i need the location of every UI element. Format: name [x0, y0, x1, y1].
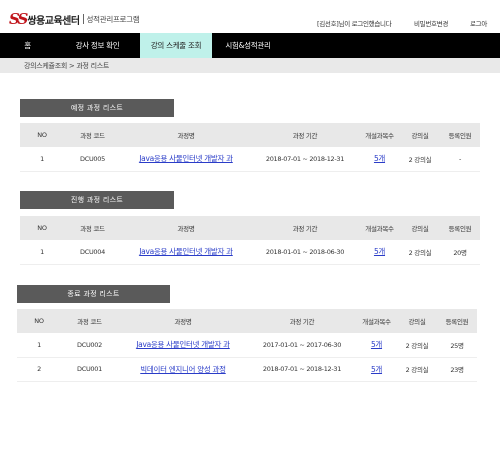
course-name-link[interactable]: Java응용 사물인터넷 개발자 과	[139, 247, 233, 256]
subjects-count-link[interactable]: 5개	[371, 340, 382, 349]
col-name: 과정명	[121, 216, 251, 240]
subjects-count-link[interactable]: 5개	[374, 247, 385, 256]
cell-period: 2018-07-01 ~ 2018-12-31	[251, 147, 359, 172]
cell-room: 2 강의실	[397, 357, 437, 382]
col-code: 과정 코드	[64, 216, 121, 240]
col-room: 강의실	[397, 309, 437, 333]
col-subjects: 개설과목수	[359, 123, 400, 147]
nav-instructor-info[interactable]: 강사 정보 확인	[55, 33, 140, 58]
cell-code: DCU005	[64, 147, 121, 172]
logo-name: 쌍용교육센터	[27, 15, 80, 27]
col-no: NO	[20, 216, 64, 240]
col-code: 과정 코드	[61, 309, 118, 333]
completed-course-table: NO 과정 코드 과정명 과정 기간 개설과목수 강의실 등록인원 1 DCU0…	[17, 309, 477, 382]
cell-room: 2 강의실	[397, 333, 437, 358]
cell-enrolled: 25명	[437, 333, 477, 358]
cell-period: 2018-07-01 ~ 2018-12-31	[248, 357, 356, 382]
nav-exam-grades[interactable]: 시험&성적관리	[212, 33, 284, 58]
nav-schedule[interactable]: 강의 스케줄 조회	[140, 33, 212, 58]
cell-name: Java응용 사물인터넷 개발자 과	[121, 147, 251, 172]
breadcrumb-bar: 강의스케쥴조회 > 과정 리스트	[0, 58, 500, 73]
course-name-link[interactable]: 빅데이터 엔지니어 양성 과정	[140, 365, 226, 374]
header: SS 쌍용교육센터 성적관리프로그램 [김선호]님이 로그인했습니다 비밀번호변…	[0, 0, 500, 33]
col-subjects: 개설과목수	[359, 216, 400, 240]
cell-no: 1	[20, 240, 64, 265]
cell-no: 2	[17, 357, 61, 382]
col-enrolled: 등록인원	[440, 123, 480, 147]
subjects-count-link[interactable]: 5개	[371, 365, 382, 374]
ongoing-section-title: 진행 과정 리스트	[20, 191, 174, 209]
course-name-link[interactable]: Java응용 사물인터넷 개발자 과	[139, 154, 233, 163]
cell-code: DCU004	[64, 240, 121, 265]
cell-period: 2017-01-01 ~ 2017-06-30	[248, 333, 356, 358]
col-enrolled: 등록인원	[440, 216, 480, 240]
cell-subjects: 5개	[359, 240, 400, 265]
col-code: 과정 코드	[64, 123, 121, 147]
cell-room: 2 강의실	[400, 240, 440, 265]
table-row: 1 DCU004 Java응용 사물인터넷 개발자 과 2018-01-01 ~…	[20, 240, 480, 265]
cell-room: 2 강의실	[400, 147, 440, 172]
col-no: NO	[20, 123, 64, 147]
logout-link[interactable]: 로그아	[470, 18, 487, 28]
change-password-link[interactable]: 비밀번호변경	[414, 18, 448, 28]
cell-name: Java응용 사물인터넷 개발자 과	[118, 333, 248, 358]
cell-period: 2018-01-01 ~ 2018-06-30	[251, 240, 359, 265]
col-period: 과정 기간	[251, 216, 359, 240]
course-name-link[interactable]: Java응용 사물인터넷 개발자 과	[136, 340, 230, 349]
login-message: [김선호]님이 로그인했습니다	[317, 20, 392, 28]
col-enrolled: 등록인원	[437, 309, 477, 333]
col-period: 과정 기간	[248, 309, 356, 333]
col-no: NO	[17, 309, 61, 333]
cell-enrolled: -	[440, 147, 480, 172]
table-row: 2 DCU001 빅데이터 엔지니어 양성 과정 2018-07-01 ~ 20…	[17, 357, 477, 382]
col-period: 과정 기간	[251, 123, 359, 147]
table-header-row: NO 과정 코드 과정명 과정 기간 개설과목수 강의실 등록인원	[20, 123, 480, 147]
cell-name: Java응용 사물인터넷 개발자 과	[121, 240, 251, 265]
cell-subjects: 5개	[359, 147, 400, 172]
logo-subtitle: 성적관리프로그램	[86, 14, 140, 24]
upcoming-section-title: 예정 과정 리스트	[20, 99, 174, 117]
col-room: 강의실	[400, 216, 440, 240]
ongoing-course-table: NO 과정 코드 과정명 과정 기간 개설과목수 강의실 등록인원 1 DCU0…	[20, 216, 480, 265]
table-header-row: NO 과정 코드 과정명 과정 기간 개설과목수 강의실 등록인원	[20, 216, 480, 240]
table-row: 1 DCU002 Java응용 사물인터넷 개발자 과 2017-01-01 ~…	[17, 333, 477, 358]
logo[interactable]: SS 쌍용교육센터 성적관리프로그램	[9, 10, 140, 28]
col-name: 과정명	[121, 123, 251, 147]
subjects-count-link[interactable]: 5개	[374, 154, 385, 163]
cell-subjects: 5개	[356, 333, 397, 358]
breadcrumb: 강의스케쥴조회 > 과정 리스트	[24, 62, 110, 70]
col-room: 강의실	[400, 123, 440, 147]
cell-no: 1	[17, 333, 61, 358]
cell-name: 빅데이터 엔지니어 양성 과정	[118, 357, 248, 382]
cell-no: 1	[20, 147, 64, 172]
cell-code: DCU001	[61, 357, 118, 382]
main-nav: 홈 강사 정보 확인 강의 스케줄 조회 시험&성적관리	[0, 33, 500, 58]
col-name: 과정명	[118, 309, 248, 333]
cell-code: DCU002	[61, 333, 118, 358]
cell-enrolled: 23명	[437, 357, 477, 382]
cell-enrolled: 20명	[440, 240, 480, 265]
logo-divider	[82, 14, 84, 24]
table-header-row: NO 과정 코드 과정명 과정 기간 개설과목수 강의실 등록인원	[17, 309, 477, 333]
nav-home[interactable]: 홈	[0, 33, 55, 58]
completed-section-title: 종료 과정 리스트	[17, 285, 170, 303]
col-subjects: 개설과목수	[356, 309, 397, 333]
cell-subjects: 5개	[356, 357, 397, 382]
table-row: 1 DCU005 Java응용 사물인터넷 개발자 과 2018-07-01 ~…	[20, 147, 480, 172]
upcoming-course-table: NO 과정 코드 과정명 과정 기간 개설과목수 강의실 등록인원 1 DCU0…	[20, 123, 480, 172]
logo-mark: SS	[9, 10, 28, 28]
